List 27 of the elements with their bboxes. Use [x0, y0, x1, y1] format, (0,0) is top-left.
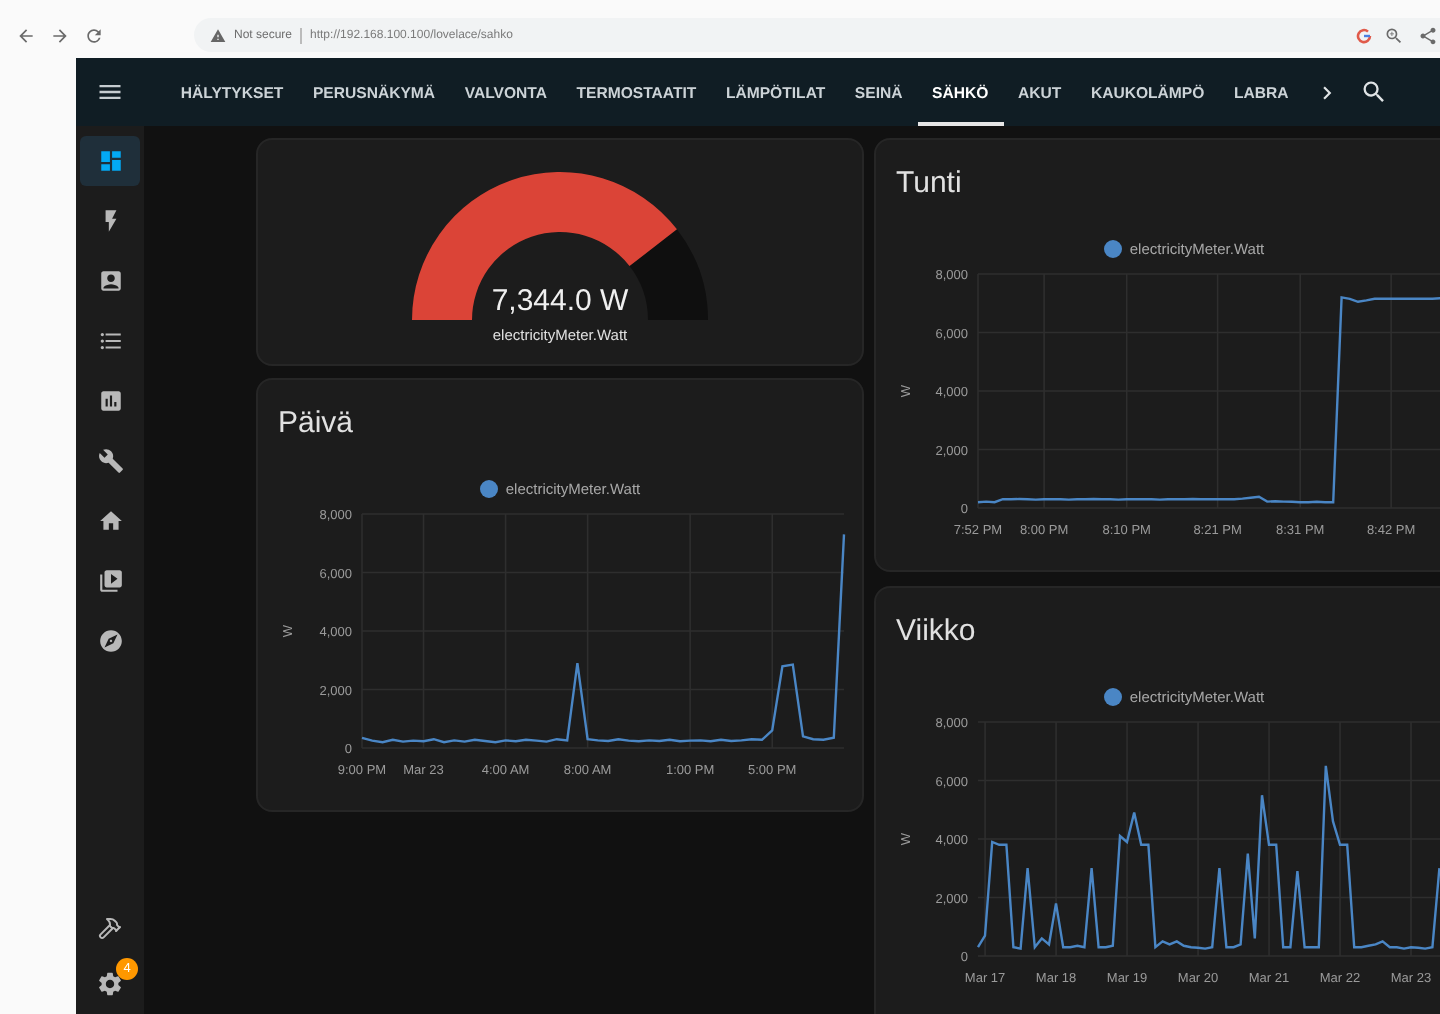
home-icon	[97, 508, 123, 534]
warning-icon	[210, 27, 226, 43]
gauge-track	[629, 229, 708, 320]
bar-chart-icon	[97, 388, 123, 414]
share-icon[interactable]	[1417, 25, 1437, 45]
dashboard-icon	[97, 148, 123, 174]
back-icon[interactable]	[15, 25, 35, 45]
card-title: Päivä	[276, 404, 356, 444]
hammer-icon	[98, 915, 122, 939]
compass-icon	[97, 628, 123, 654]
legend-dot[interactable]	[1103, 239, 1122, 257]
person-card-icon	[97, 268, 123, 294]
card-title: Viikko	[894, 612, 978, 652]
legend-dot[interactable]	[1103, 687, 1122, 705]
card-title: Tunti	[894, 164, 964, 204]
list-icon	[97, 328, 123, 354]
settings-icon	[96, 969, 124, 997]
search-icon[interactable]	[1359, 78, 1388, 106]
legend-dot[interactable]	[479, 479, 498, 497]
gauge-value: 7,344.0 W	[491, 284, 629, 318]
zoom-icon[interactable]	[1383, 25, 1403, 45]
wrench-icon	[97, 448, 123, 474]
media-library-icon	[97, 568, 123, 594]
google-icon[interactable]	[1356, 27, 1372, 43]
sidebar-item[interactable]	[80, 136, 140, 186]
forward-icon[interactable]	[49, 25, 69, 45]
reload-icon[interactable]	[83, 25, 103, 45]
